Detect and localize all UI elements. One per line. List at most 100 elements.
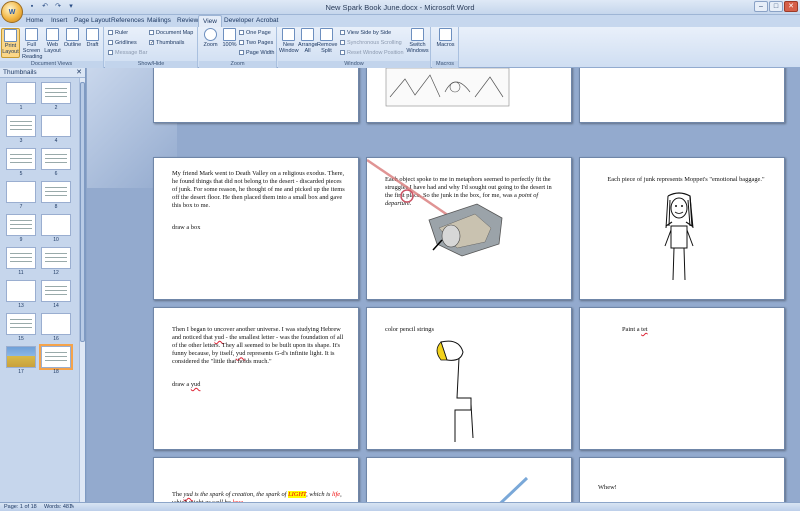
thumbnail-text-line [45, 162, 67, 163]
document-area[interactable]: My friend Mark went to Death Valley on a… [87, 68, 800, 502]
thumbnail-page[interactable] [6, 247, 36, 269]
view-side-by-side-button[interactable]: View Side by Side [340, 29, 391, 37]
group-zoom: Zoom 100% One Page Two Pages Page Width … [199, 27, 277, 68]
ruler-checkbox[interactable]: Ruler [108, 29, 128, 37]
zoom-100-button[interactable]: 100% [220, 28, 239, 58]
thumbnail-page-number: 6 [54, 171, 58, 177]
page-count[interactable]: Page: 1 of 18 [4, 503, 37, 511]
thumbnail-page[interactable] [6, 280, 36, 302]
thumbnail-text-line [45, 257, 67, 258]
thumbnail-page[interactable] [41, 115, 71, 137]
caption: draw a box [172, 224, 201, 231]
page[interactable] [366, 68, 572, 123]
proofing-icon[interactable]: ✎ [70, 503, 75, 511]
page[interactable]: My friend Mark went to Death Valley on a… [153, 157, 359, 300]
thumbnail-text-line [45, 286, 67, 287]
moppet-drawing [664, 192, 694, 281]
switch-windows-button[interactable]: Switch Windows [406, 28, 429, 58]
thumbnail-page[interactable] [6, 346, 36, 368]
page[interactable]: Then I began to uncover another universe… [153, 307, 359, 450]
thumbnail-page[interactable] [41, 280, 71, 302]
thumbnail-page[interactable] [39, 344, 73, 370]
page[interactable]: The yud is the spark of creation, the sp… [153, 457, 359, 502]
group-label-show-hide: Show/Hide [105, 61, 197, 68]
zoom-button[interactable]: Zoom [201, 28, 220, 58]
page[interactable]: Paint a tet [579, 307, 785, 450]
thumbnail-page[interactable] [6, 148, 36, 170]
page[interactable]: Each object spoke to me in metaphors see… [366, 157, 572, 300]
thumbnail-text-line [45, 191, 67, 192]
tab-mailings[interactable]: Mailings [143, 15, 175, 27]
close-pane-icon[interactable]: ✕ [76, 68, 82, 78]
lamp-drawing [436, 340, 474, 442]
new-window-button[interactable]: New Window [279, 28, 299, 58]
thumbnail-page[interactable] [41, 313, 71, 335]
print-layout-button[interactable]: Print Layout [1, 28, 20, 58]
remove-split-button[interactable]: Remove Split [317, 28, 337, 58]
tab-view[interactable]: View [198, 15, 222, 27]
tab-home[interactable]: Home [22, 15, 47, 27]
word-count[interactable]: Words: 481 [44, 503, 72, 511]
thumbnail-page-number: 12 [53, 270, 59, 276]
page[interactable]: Whew! [579, 457, 785, 502]
thumbnails-checkbox[interactable]: ✓ Thumbnails [149, 39, 184, 47]
thumbnails-scrollbar[interactable] [79, 78, 85, 502]
one-page-icon [239, 30, 244, 36]
thumbnail-page-number: 13 [18, 303, 24, 309]
minimize-button[interactable]: – [754, 1, 768, 12]
full-screen-reading-button[interactable]: Full Screen Reading [22, 28, 43, 60]
one-page-button[interactable]: One Page [239, 29, 271, 37]
close-button[interactable]: ✕ [784, 1, 798, 12]
thumbnail-page[interactable] [6, 313, 36, 335]
thumbnail-text-line [10, 228, 32, 229]
thumbnail-page[interactable] [6, 115, 36, 137]
thumbnail-page[interactable] [41, 181, 71, 203]
group-window: New Window Arrange All Remove Split View… [278, 27, 431, 68]
thumbnail-text-line [10, 257, 32, 258]
page-width-button[interactable]: Page Width [239, 49, 274, 57]
side-by-side-icon [340, 30, 345, 36]
tab-insert[interactable]: Insert [47, 15, 71, 27]
thumbnail-page[interactable] [41, 214, 71, 236]
arrange-all-button[interactable]: Arrange All [298, 28, 318, 58]
paragraph: Each piece of junk represents Moppet's "… [607, 176, 765, 183]
thumbnail-text-line [10, 253, 32, 254]
two-pages-button[interactable]: Two Pages [239, 39, 273, 47]
thumbnail-page-number: 5 [19, 171, 23, 177]
web-layout-button[interactable]: Web Layout [43, 28, 62, 58]
checkbox-icon [108, 40, 113, 46]
thumbnail-page[interactable] [41, 247, 71, 269]
page[interactable] [153, 68, 359, 123]
tab-acrobat[interactable]: Acrobat [252, 15, 282, 27]
page[interactable]: color pencil strings [366, 307, 572, 450]
web-layout-icon [46, 28, 59, 41]
thumbnail-page[interactable] [6, 214, 36, 236]
office-button[interactable]: W [1, 1, 23, 23]
page-width-icon [239, 50, 244, 56]
drawing-image [385, 68, 510, 107]
maximize-button[interactable]: □ [769, 1, 783, 12]
thumbnail-page[interactable] [41, 148, 71, 170]
page[interactable]: Each piece of junk represents Moppet's "… [579, 157, 785, 300]
page[interactable] [579, 68, 785, 123]
thumbnail-text-line [45, 187, 67, 188]
macros-button[interactable]: Macros [435, 28, 456, 58]
thumbnail-text-line [10, 129, 32, 130]
document-map-checkbox[interactable]: Document Map [149, 29, 193, 37]
thumbnail-page-number: 8 [54, 204, 58, 210]
gridlines-checkbox[interactable]: Gridlines [108, 39, 137, 47]
drawing-image [499, 476, 529, 502]
outline-button[interactable]: Outline [63, 28, 82, 58]
thumbnail-page-number: 3 [19, 138, 23, 144]
thumbnail-page[interactable] [6, 82, 36, 104]
page[interactable] [366, 457, 572, 502]
thumbnail-page[interactable] [41, 82, 71, 104]
draft-button[interactable]: Draft [83, 28, 102, 58]
thumbnail-text-line [45, 360, 67, 361]
thumbnail-text-line [10, 121, 32, 122]
scrollbar-thumb[interactable] [80, 82, 85, 342]
new-window-icon [282, 28, 295, 41]
group-label-zoom: Zoom [199, 61, 276, 68]
thumbnail-page-number: 4 [54, 138, 58, 144]
thumbnail-page[interactable] [6, 181, 36, 203]
